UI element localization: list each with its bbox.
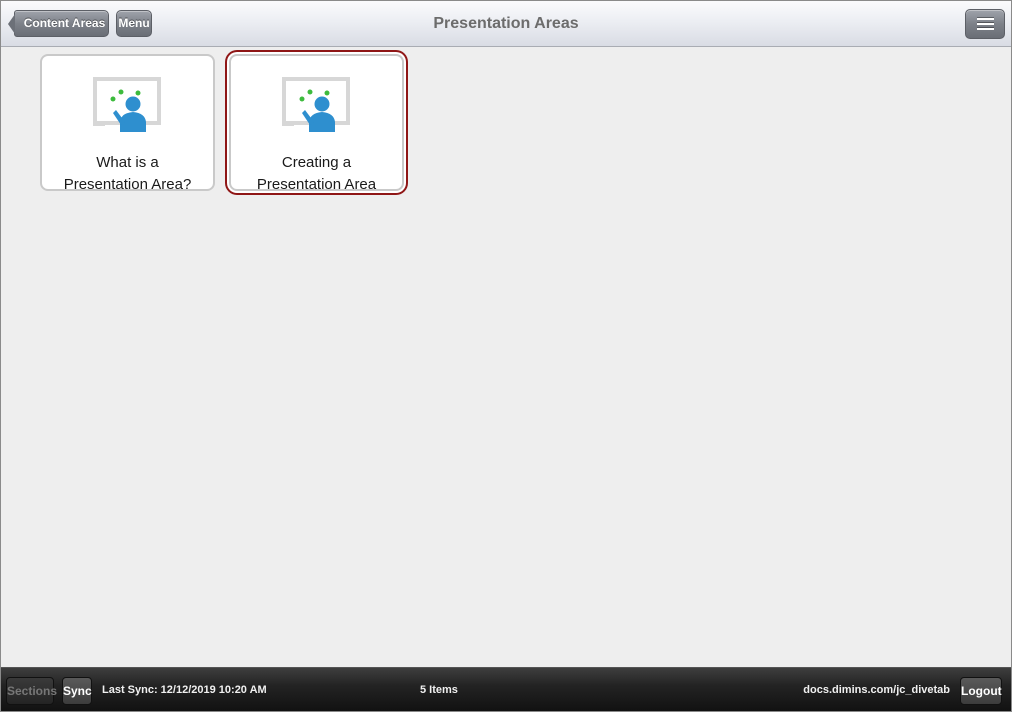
page-title: Presentation Areas (433, 15, 579, 32)
hamburger-menu-icon (977, 18, 994, 30)
last-sync-text: Last Sync: 12/12/2019 10:20 AM (102, 684, 267, 696)
presentation-icon (93, 77, 161, 132)
logout-button[interactable]: Logout (960, 677, 1002, 705)
item-count: 5 Items (420, 684, 458, 696)
sync-button[interactable]: Sync (62, 677, 92, 705)
header-bar: Content Areas Menu Presentation Areas (1, 1, 1011, 47)
tile-label: Creating a Presentation Area (256, 154, 377, 193)
tile-creating-presentation-area[interactable]: Creating a Presentation Area (229, 54, 404, 193)
hamburger-menu-button[interactable] (965, 9, 1005, 39)
sections-button[interactable]: Sections (6, 677, 57, 705)
presentation-icon (282, 77, 350, 132)
footer-bar: Sections Sync Last Sync: 12/12/2019 10:2… (1, 667, 1011, 711)
server-url: docs.dimins.com/jc_divetab (803, 684, 950, 696)
tile-what-is-presentation-area[interactable]: What is a Presentation Area? (40, 54, 215, 193)
tile-label: What is a Presentation Area? (63, 154, 192, 193)
app-window: Content Areas Menu Presentation Areas Wh… (0, 0, 1012, 712)
